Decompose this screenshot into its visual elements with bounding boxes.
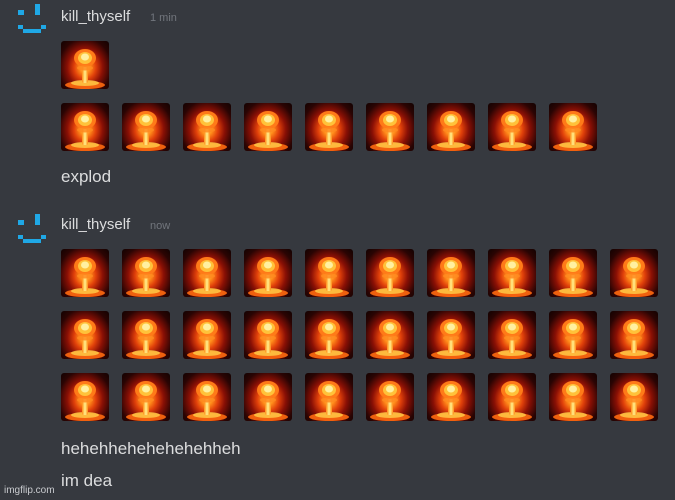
watermark: imgflip.com [4,485,55,496]
explosion-emoji[interactable] [244,103,292,151]
explosion-emoji[interactable] [122,373,170,421]
explosion-emoji[interactable] [61,41,109,89]
explosion-emoji[interactable] [549,249,597,297]
pixel-smiley-icon [18,4,46,33]
avatar[interactable] [16,212,48,244]
explosion-emoji[interactable] [427,249,475,297]
username[interactable]: kill_thyself [61,8,130,26]
explosion-emoji[interactable] [61,249,109,297]
pixel-smiley-icon [18,214,46,243]
emoji-row [61,103,597,151]
explosion-emoji[interactable] [183,311,231,359]
emoji-row [61,41,109,89]
explosion-emoji[interactable] [610,373,658,421]
username[interactable]: kill_thyself [61,216,130,234]
explosion-emoji[interactable] [305,311,353,359]
explosion-emoji[interactable] [366,249,414,297]
explosion-emoji[interactable] [488,373,536,421]
explosion-emoji[interactable] [183,249,231,297]
explosion-emoji[interactable] [305,103,353,151]
explosion-emoji[interactable] [122,103,170,151]
explosion-emoji[interactable] [427,103,475,151]
explosion-emoji[interactable] [488,249,536,297]
timestamp: now [150,220,171,232]
explosion-emoji[interactable] [244,249,292,297]
explosion-emoji[interactable] [244,311,292,359]
explosion-emoji[interactable] [61,373,109,421]
explosion-emoji[interactable] [549,103,597,151]
explosion-emoji[interactable] [549,311,597,359]
explosion-emoji[interactable] [61,311,109,359]
explosion-emoji[interactable] [366,311,414,359]
explosion-emoji[interactable] [61,103,109,151]
explosion-emoji[interactable] [122,249,170,297]
timestamp: 1 min [150,12,177,24]
explosion-emoji[interactable] [122,311,170,359]
explosion-emoji[interactable] [305,249,353,297]
explosion-emoji[interactable] [366,103,414,151]
message-text: hehehhehehehehehheh [61,439,241,458]
emoji-row [61,249,658,297]
explosion-emoji[interactable] [244,373,292,421]
emoji-row [61,311,658,359]
emoji-row [61,373,658,421]
explosion-emoji[interactable] [427,311,475,359]
explosion-emoji[interactable] [549,373,597,421]
explosion-emoji[interactable] [305,373,353,421]
message-text: explod [61,167,112,186]
message-text: im dea [61,471,113,490]
explosion-emoji[interactable] [183,103,231,151]
explosion-emoji[interactable] [488,311,536,359]
explosion-emoji[interactable] [427,373,475,421]
explosion-emoji[interactable] [183,373,231,421]
explosion-emoji[interactable] [488,103,536,151]
explosion-emoji[interactable] [366,373,414,421]
explosion-emoji[interactable] [610,249,658,297]
avatar[interactable] [16,2,48,34]
explosion-emoji[interactable] [610,311,658,359]
